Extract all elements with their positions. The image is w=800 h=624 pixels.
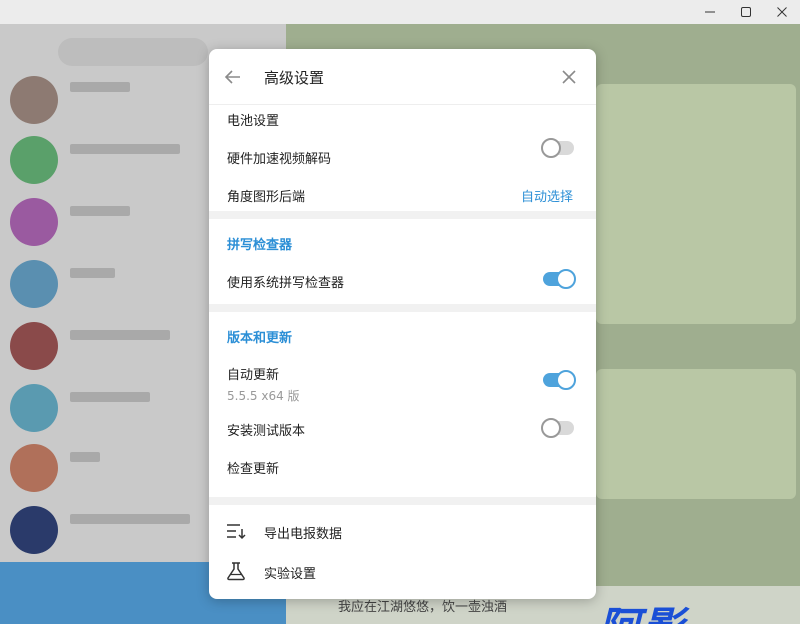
hw-video-decode-toggle[interactable]: [541, 138, 574, 158]
avatar: [10, 260, 58, 308]
export-data-label: 导出电报数据: [264, 527, 343, 542]
arrow-left-icon: [224, 70, 240, 84]
beta-install-toggle[interactable]: [541, 418, 574, 438]
toggle-knob: [541, 138, 561, 158]
close-button[interactable]: [555, 63, 583, 91]
hw-video-decode-label: 硬件加速视频解码: [227, 152, 332, 167]
experimental-settings-label: 实验设置: [264, 567, 317, 582]
system-spellcheck-toggle[interactable]: [543, 269, 576, 289]
system-spellcheck-row[interactable]: 使用系统拼写检查器: [209, 261, 596, 299]
dialog-header: 高级设置: [209, 49, 596, 105]
chat-name-placeholder: [70, 206, 130, 216]
avatar: [10, 322, 58, 370]
maximize-icon: [741, 7, 751, 17]
beta-install-row[interactable]: 安装测试版本: [209, 409, 596, 447]
auto-update-row[interactable]: 自动更新 5.5.5 x64 版: [209, 353, 596, 403]
export-list-icon: [227, 524, 246, 540]
window-maximize-button[interactable]: [728, 0, 764, 24]
spellcheck-section-title: 拼写检查器: [227, 238, 293, 253]
experimental-settings-item[interactable]: 实验设置: [209, 551, 596, 591]
avatar: [10, 198, 58, 246]
message-bubble: [596, 84, 796, 324]
system-spellcheck-label: 使用系统拼写检查器: [227, 276, 345, 291]
angle-backend-label: 角度图形后端: [227, 190, 306, 205]
check-updates-row[interactable]: 检查更新: [209, 447, 596, 485]
toggle-knob: [541, 418, 561, 438]
avatar: [10, 506, 58, 554]
chat-name-placeholder: [70, 514, 190, 524]
version-number-text: 5.5.5 x64 版: [227, 389, 300, 403]
battery-settings-label: 电池设置: [227, 114, 280, 129]
avatar: [10, 384, 58, 432]
chat-name-placeholder: [70, 452, 100, 462]
chat-name-placeholder: [70, 82, 130, 92]
chat-name-placeholder: [70, 392, 150, 402]
close-window-icon: [777, 7, 787, 17]
flask-icon: [227, 562, 245, 581]
avatar: [10, 76, 58, 124]
export-data-item[interactable]: 导出电报数据: [209, 511, 596, 551]
section-divider: [209, 304, 596, 312]
version-section-title: 版本和更新: [227, 331, 293, 346]
dialog-title: 高级设置: [264, 69, 325, 87]
section-divider: [209, 497, 596, 505]
watermark-logo: 阿影: [598, 594, 686, 624]
battery-settings-row[interactable]: 电池设置: [209, 99, 596, 137]
angle-backend-value[interactable]: 自动选择: [521, 186, 573, 205]
avatar: [10, 136, 58, 184]
chat-name-placeholder: [70, 144, 180, 154]
auto-update-label: 自动更新: [227, 368, 280, 383]
avatar: [10, 444, 58, 492]
toggle-knob: [556, 370, 576, 390]
chat-name-placeholder: [70, 268, 115, 278]
toggle-knob: [556, 269, 576, 289]
search-bar-placeholder: [58, 38, 208, 66]
window-close-button[interactable]: [764, 0, 800, 24]
advanced-settings-dialog: 高级设置 电池设置 硬件加速视频解码 角度图形后端 自动选择 拼写检查器 使用系…: [209, 49, 596, 599]
close-icon: [562, 70, 576, 84]
angle-backend-row[interactable]: 角度图形后端 自动选择: [209, 175, 596, 213]
check-updates-label: 检查更新: [227, 462, 280, 477]
window-titlebar: [0, 0, 800, 24]
back-button[interactable]: [219, 63, 247, 91]
auto-update-toggle[interactable]: [543, 370, 576, 390]
beta-install-label: 安装测试版本: [227, 424, 306, 439]
message-bubble: [596, 369, 796, 499]
section-divider: [209, 211, 596, 219]
minimize-icon: [705, 11, 715, 13]
window-minimize-button[interactable]: [692, 0, 728, 24]
chat-name-placeholder: [70, 330, 170, 340]
hw-video-decode-row[interactable]: 硬件加速视频解码: [209, 137, 596, 175]
